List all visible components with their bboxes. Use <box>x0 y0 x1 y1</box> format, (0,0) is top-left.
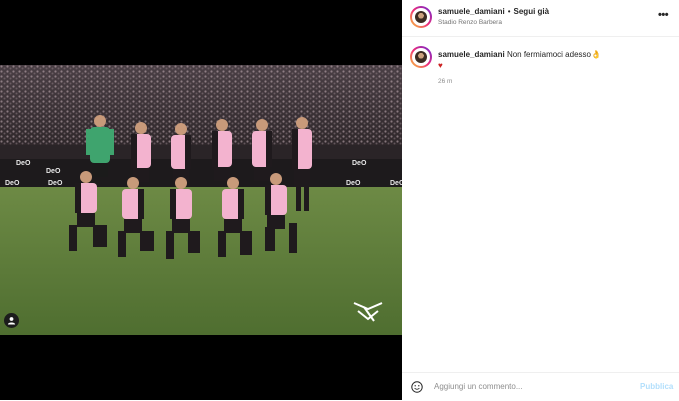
more-horizontal-icon: ••• <box>658 9 669 21</box>
header-line: samuele_damiani • Segui già <box>438 7 549 16</box>
instagram-post: DeO DeO DeO DeO DeO DeO DeO samuele_dami… <box>0 0 679 400</box>
emoji-icon[interactable] <box>411 381 423 393</box>
caption-avatar[interactable] <box>410 46 432 68</box>
caption-text: Non fermiamoci adesso👌 <box>506 50 601 59</box>
post-side-panel: samuele_damiani • Segui già Stadio Renzo B… <box>402 0 679 400</box>
post-media: DeO DeO DeO DeO DeO DeO DeO <box>0 0 402 400</box>
author-username[interactable]: samuele_damiani <box>438 7 505 16</box>
tagged-users-button[interactable] <box>4 313 19 328</box>
author-avatar[interactable] <box>410 6 432 28</box>
following-button[interactable]: Segui già <box>514 7 550 16</box>
team-photo: DeO DeO DeO DeO DeO DeO DeO <box>0 65 402 335</box>
caption-emoji-line: ♥ <box>438 61 443 70</box>
post-timestamp[interactable]: 26 m <box>438 78 452 85</box>
svg-text:DeO: DeO <box>346 180 361 187</box>
svg-text:DeO: DeO <box>352 160 367 167</box>
post-header: samuele_damiani • Segui già Stadio Renzo B… <box>402 0 679 37</box>
separator-dot: • <box>507 7 511 16</box>
publish-button[interactable]: Pubblica <box>640 382 673 391</box>
svg-text:DeO: DeO <box>46 168 61 175</box>
comment-input[interactable] <box>434 382 614 391</box>
user-icon <box>7 317 16 325</box>
caption-username[interactable]: samuele_damiani <box>438 50 505 59</box>
svg-text:DeO: DeO <box>5 180 20 187</box>
svg-text:DeO: DeO <box>390 180 402 187</box>
comment-bar: Pubblica <box>402 372 679 401</box>
svg-text:DeO: DeO <box>16 160 31 167</box>
svg-text:DeO: DeO <box>48 180 63 187</box>
location-link[interactable]: Stadio Renzo Barbera <box>438 19 502 26</box>
more-options-button[interactable]: ••• <box>658 9 669 21</box>
post-caption: samuele_damiani Non fermiamoci adesso👌 <box>438 50 668 59</box>
